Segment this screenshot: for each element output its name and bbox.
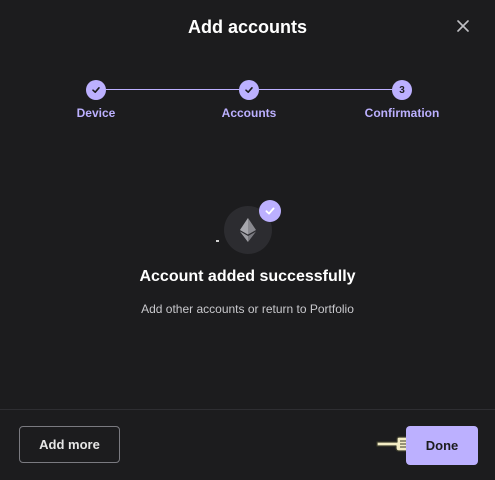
add-accounts-dialog: Add accounts Device Accounts 3 Confirmat… bbox=[0, 0, 495, 480]
add-more-button[interactable]: Add more bbox=[19, 426, 120, 463]
step-number-marker: 3 bbox=[392, 80, 412, 100]
step-label: Accounts bbox=[221, 106, 277, 120]
done-button[interactable]: Done bbox=[406, 426, 478, 465]
success-illustration bbox=[222, 200, 284, 260]
step-confirmation: 3 Confirmation bbox=[347, 80, 457, 121]
close-icon bbox=[457, 20, 469, 32]
ethereum-icon bbox=[240, 218, 256, 242]
decorative-dot bbox=[216, 240, 219, 242]
success-title: Account added successfully bbox=[139, 268, 356, 285]
check-icon bbox=[265, 207, 275, 215]
step-accounts: Accounts bbox=[194, 80, 304, 121]
step-complete-marker bbox=[239, 80, 259, 100]
step-label: Confirmation bbox=[364, 106, 440, 120]
step-device: Device bbox=[41, 80, 151, 121]
check-icon bbox=[245, 87, 253, 93]
success-check-badge bbox=[259, 200, 281, 222]
dialog-title: Add accounts bbox=[187, 17, 307, 37]
progress-stepper: Device Accounts 3 Confirmation bbox=[0, 80, 495, 130]
check-icon bbox=[92, 87, 100, 93]
step-complete-marker bbox=[86, 80, 106, 100]
footer-divider bbox=[0, 409, 495, 410]
step-label: Device bbox=[76, 106, 116, 120]
close-button[interactable] bbox=[453, 16, 473, 36]
success-subtitle: Add other accounts or return to Portfoli… bbox=[141, 302, 354, 316]
